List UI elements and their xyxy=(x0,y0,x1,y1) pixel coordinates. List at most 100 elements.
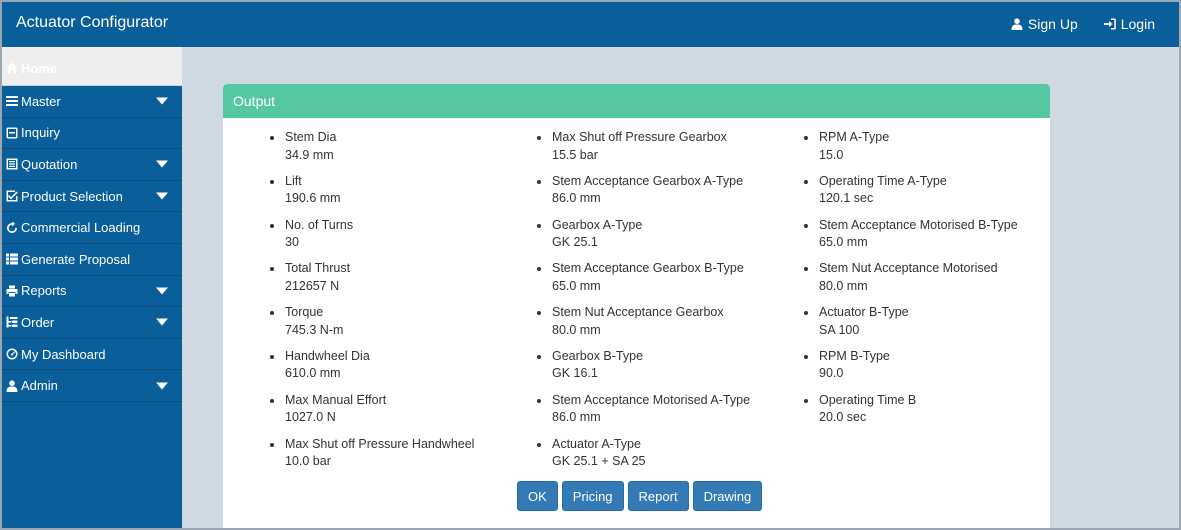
output-label: Torque xyxy=(285,305,324,320)
output-value: SA 100 xyxy=(819,322,860,337)
check-square-icon xyxy=(5,189,19,203)
output-item: Stem Acceptance Motorised A-Type 86.0 mm xyxy=(537,392,750,436)
caret-down-icon xyxy=(156,382,168,390)
output-value: 34.9 mm xyxy=(285,147,334,162)
login-label: Login xyxy=(1120,16,1155,32)
output-value: 15.5 bar xyxy=(552,147,598,162)
output-item: Gearbox B-Type GK 16.1 xyxy=(537,348,750,392)
login-link[interactable]: Login xyxy=(1103,16,1155,32)
output-item: Max Shut off Pressure Handwheel 10.0 bar xyxy=(270,436,474,480)
output-item: Stem Acceptance Motorised B-Type 65.0 mm xyxy=(804,217,1018,261)
output-label: RPM B-Type xyxy=(819,348,890,363)
app-title[interactable]: Actuator Configurator xyxy=(16,14,168,32)
output-value: 80.0 mm xyxy=(552,322,601,337)
sidebar-item-label: Order xyxy=(21,314,55,330)
caret-down-icon xyxy=(156,287,168,295)
output-item: Lift 190.6 mm xyxy=(270,173,474,217)
output-label: Gearbox B-Type xyxy=(552,348,644,363)
output-label: Lift xyxy=(285,173,302,188)
output-value: GK 25.1 + SA 25 xyxy=(552,454,646,469)
sidebar-item-master[interactable]: Master xyxy=(2,86,182,118)
output-value: 745.3 N-m xyxy=(285,322,344,337)
output-label: Stem Acceptance Motorised A-Type xyxy=(552,392,751,407)
output-label: No. of Turns xyxy=(285,217,354,232)
output-item: No. of Turns 30 xyxy=(270,217,474,261)
output-item: Max Shut off Pressure Gearbox 15.5 bar xyxy=(537,129,750,173)
output-value: 10.0 bar xyxy=(285,454,331,469)
tree-icon xyxy=(5,315,19,329)
output-value: GK 25.1 xyxy=(552,235,598,250)
sidebar-item-home[interactable]: Home xyxy=(2,47,182,86)
sidebar-item-label: My Dashboard xyxy=(21,346,106,362)
output-item: Actuator A-Type GK 25.1 + SA 25 xyxy=(537,436,750,480)
output-item: Gearbox A-Type GK 25.1 xyxy=(537,217,750,261)
sidebar-item-generate-proposal[interactable]: Generate Proposal xyxy=(2,244,182,276)
output-value: 86.0 mm xyxy=(552,410,601,425)
ok-button[interactable]: OK xyxy=(517,481,558,511)
output-value: 190.6 mm xyxy=(285,191,341,206)
sidebar-item-label: Home xyxy=(21,60,58,76)
output-panel: Output Stem Dia 34.9 mm Lift 190.6 mm No. … xyxy=(222,83,1051,530)
list-icon xyxy=(5,252,19,266)
sidebar-item-order[interactable]: Order xyxy=(2,307,182,339)
output-item: RPM B-Type 90.0 xyxy=(804,348,1018,392)
output-item: Stem Nut Acceptance Gearbox 80.0 mm xyxy=(537,304,750,348)
report-button[interactable]: Report xyxy=(627,481,689,511)
output-value: 80.0 mm xyxy=(819,278,868,293)
output-column-2: Max Shut off Pressure Gearbox 15.5 bar St… xyxy=(537,129,750,479)
output-label: Stem Dia xyxy=(285,130,337,144)
drawing-button[interactable]: Drawing xyxy=(692,481,763,511)
output-value: 120.1 sec xyxy=(819,191,874,206)
sidebar-item-quotation[interactable]: Quotation xyxy=(2,149,182,181)
sidebar-item-label: Admin xyxy=(21,378,58,394)
sidebar-item-product-selection[interactable]: Product Selection xyxy=(2,181,182,213)
output-item: Stem Nut Acceptance Motorised 80.0 mm xyxy=(804,260,1018,304)
sidebar-item-my-dashboard[interactable]: My Dashboard xyxy=(2,339,182,371)
output-item: RPM A-Type 15.0 xyxy=(804,129,1018,173)
printer-icon xyxy=(5,284,19,298)
nav-right: Sign Up Login xyxy=(1011,16,1155,32)
output-label: Stem Nut Acceptance Motorised xyxy=(819,261,998,276)
sidebar-item-label: Product Selection xyxy=(21,188,123,204)
output-value: 15.0 xyxy=(819,147,844,162)
output-value: 20.0 sec xyxy=(819,410,867,425)
sidebar-item-label: Inquiry xyxy=(21,125,61,141)
menu-icon xyxy=(5,94,19,108)
output-label: Max Manual Effort xyxy=(285,392,387,407)
output-label: Actuator B-Type xyxy=(819,305,909,320)
sidebar-item-inquiry[interactable]: Inquiry xyxy=(2,118,182,150)
sidebar-item-commercial-loading[interactable]: Commercial Loading xyxy=(2,212,182,244)
sidebar-item-admin[interactable]: Admin xyxy=(2,370,182,402)
output-label: Stem Nut Acceptance Gearbox xyxy=(552,305,724,320)
top-navbar: Actuator Configurator Sign Up Login xyxy=(2,2,1179,47)
output-label: Stem Acceptance Gearbox B-Type xyxy=(552,261,744,276)
caret-down-icon xyxy=(156,160,168,168)
output-label: Max Shut off Pressure Handwheel xyxy=(285,436,475,451)
output-label: Max Shut off Pressure Gearbox xyxy=(552,130,727,144)
output-item: Stem Acceptance Gearbox B-Type 65.0 mm xyxy=(537,260,750,304)
output-item: Stem Dia 34.9 mm xyxy=(270,129,474,173)
output-item: Actuator B-Type SA 100 xyxy=(804,304,1018,348)
output-label: Operating Time A-Type xyxy=(819,173,947,188)
output-column-1: Stem Dia 34.9 mm Lift 190.6 mm No. of Turn… xyxy=(270,129,474,479)
output-value: 86.0 mm xyxy=(552,191,601,206)
signup-label: Sign Up xyxy=(1027,16,1078,32)
signup-link[interactable]: Sign Up xyxy=(1011,16,1078,32)
output-label: Gearbox A-Type xyxy=(552,217,643,232)
output-label: Handwheel Dia xyxy=(285,348,370,363)
dashboard-icon xyxy=(5,347,19,361)
output-item: Operating Time B 20.0 sec xyxy=(804,392,1018,436)
sidebar-item-reports[interactable]: Reports xyxy=(2,276,182,308)
caret-down-icon xyxy=(156,318,168,326)
document-icon xyxy=(5,157,19,171)
output-value: 65.0 mm xyxy=(552,278,601,293)
sidebar-item-label: Generate Proposal xyxy=(21,251,131,267)
output-label: Total Thrust xyxy=(285,261,351,276)
output-item: Stem Acceptance Gearbox A-Type 86.0 mm xyxy=(537,173,750,217)
refresh-icon xyxy=(5,221,19,235)
pricing-button[interactable]: Pricing xyxy=(561,481,624,511)
output-value: 212657 N xyxy=(285,278,340,293)
output-item: Operating Time A-Type 120.1 sec xyxy=(804,173,1018,217)
sidebar-item-label: Reports xyxy=(21,283,67,299)
sidebar-item-label: Commercial Loading xyxy=(21,220,141,236)
